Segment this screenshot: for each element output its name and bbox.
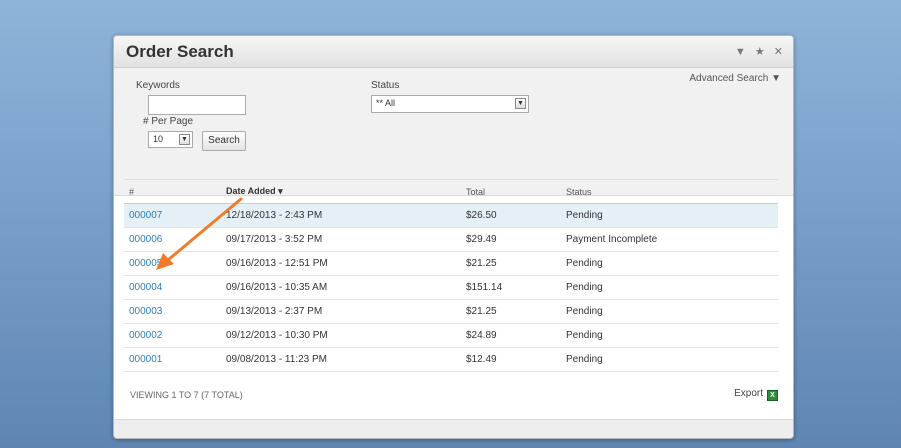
table-header-row: # Date Added ▾ Total Status [124, 179, 778, 204]
table-row[interactable]: 000001 09/08/2013 - 11:23 PM $12.49 Pend… [124, 347, 778, 372]
order-id-link[interactable]: 000007 [129, 210, 162, 221]
per-page-value: 10 [153, 134, 164, 144]
per-page-label: # Per Page [143, 116, 194, 127]
panel-header: Order Search ▼ ★ ✕ [114, 36, 793, 68]
date-cell: 09/13/2013 - 2:37 PM [221, 299, 461, 324]
total-cell: $151.14 [461, 275, 561, 300]
date-cell: 09/17/2013 - 3:52 PM [221, 227, 461, 252]
status-cell: Pending [561, 323, 778, 348]
status-cell: Pending [561, 251, 778, 276]
close-icon[interactable]: ✕ [774, 46, 783, 58]
excel-icon: X [767, 390, 778, 401]
export-label: Export [734, 388, 763, 399]
status-label: Status [371, 80, 400, 91]
table-row[interactable]: 000003 09/13/2013 - 2:37 PM $21.25 Pendi… [124, 299, 778, 324]
window-controls: ▼ ★ ✕ [729, 45, 783, 58]
order-id-link[interactable]: 000004 [129, 282, 162, 293]
total-cell: $29.49 [461, 227, 561, 252]
status-cell: Pending [561, 347, 778, 372]
panel-bottom-bar [114, 419, 793, 438]
total-cell: $26.50 [461, 203, 561, 228]
order-id-link[interactable]: 000001 [129, 354, 162, 365]
filter-area: Keywords # Per Page 10 ▼ Search Status *… [114, 68, 793, 196]
status-cell: Payment Incomplete [561, 227, 778, 252]
column-header-total: Total [461, 179, 561, 204]
total-cell: $21.25 [461, 251, 561, 276]
orders-table: # Date Added ▾ Total Status 000007 12/18… [124, 179, 778, 372]
star-icon[interactable]: ★ [755, 46, 765, 58]
column-header-status: Status [561, 179, 778, 204]
order-search-panel: Order Search ▼ ★ ✕ Keywords # Per Page 1… [113, 35, 794, 439]
column-header-id: # [124, 179, 221, 204]
total-cell: $24.89 [461, 323, 561, 348]
status-value: ** All [376, 98, 396, 108]
order-id-link[interactable]: 000006 [129, 234, 162, 245]
keywords-label: Keywords [136, 80, 180, 91]
table-row[interactable]: 000002 09/12/2013 - 10:30 PM $24.89 Pend… [124, 323, 778, 348]
date-cell: 09/08/2013 - 11:23 PM [221, 347, 461, 372]
collapse-icon[interactable]: ▼ [735, 46, 746, 58]
order-id-link[interactable]: 000003 [129, 306, 162, 317]
total-cell: $21.25 [461, 299, 561, 324]
status-cell: Pending [561, 203, 778, 228]
table-row[interactable]: 000005 09/16/2013 - 12:51 PM $21.25 Pend… [124, 251, 778, 276]
pagination-summary: VIEWING 1 TO 7 (7 TOTAL) [130, 390, 243, 400]
total-cell: $12.49 [461, 347, 561, 372]
order-id-link[interactable]: 000005 [129, 258, 162, 269]
table-row[interactable]: 000004 09/16/2013 - 10:35 AM $151.14 Pen… [124, 275, 778, 300]
panel-title: Order Search [126, 42, 234, 61]
export-link[interactable]: Export X [734, 388, 778, 401]
advanced-search-link[interactable]: Advanced Search ▼ [689, 73, 781, 84]
table-row[interactable]: 000007 12/18/2013 - 2:43 PM $26.50 Pendi… [124, 203, 778, 228]
column-header-date-added[interactable]: Date Added ▾ [221, 179, 461, 204]
status-select[interactable]: ** All ▼ [371, 95, 529, 113]
status-cell: Pending [561, 275, 778, 300]
chevron-down-icon: ▼ [179, 134, 190, 145]
order-id-link[interactable]: 000002 [129, 330, 162, 341]
table-row[interactable]: 000006 09/17/2013 - 3:52 PM $29.49 Payme… [124, 227, 778, 252]
date-cell: 12/18/2013 - 2:43 PM [221, 203, 461, 228]
chevron-down-icon: ▼ [515, 98, 526, 109]
date-cell: 09/12/2013 - 10:30 PM [221, 323, 461, 348]
per-page-select[interactable]: 10 ▼ [148, 131, 193, 148]
status-cell: Pending [561, 299, 778, 324]
date-cell: 09/16/2013 - 12:51 PM [221, 251, 461, 276]
date-cell: 09/16/2013 - 10:35 AM [221, 275, 461, 300]
search-button[interactable]: Search [202, 131, 246, 151]
keywords-input[interactable] [148, 95, 246, 115]
